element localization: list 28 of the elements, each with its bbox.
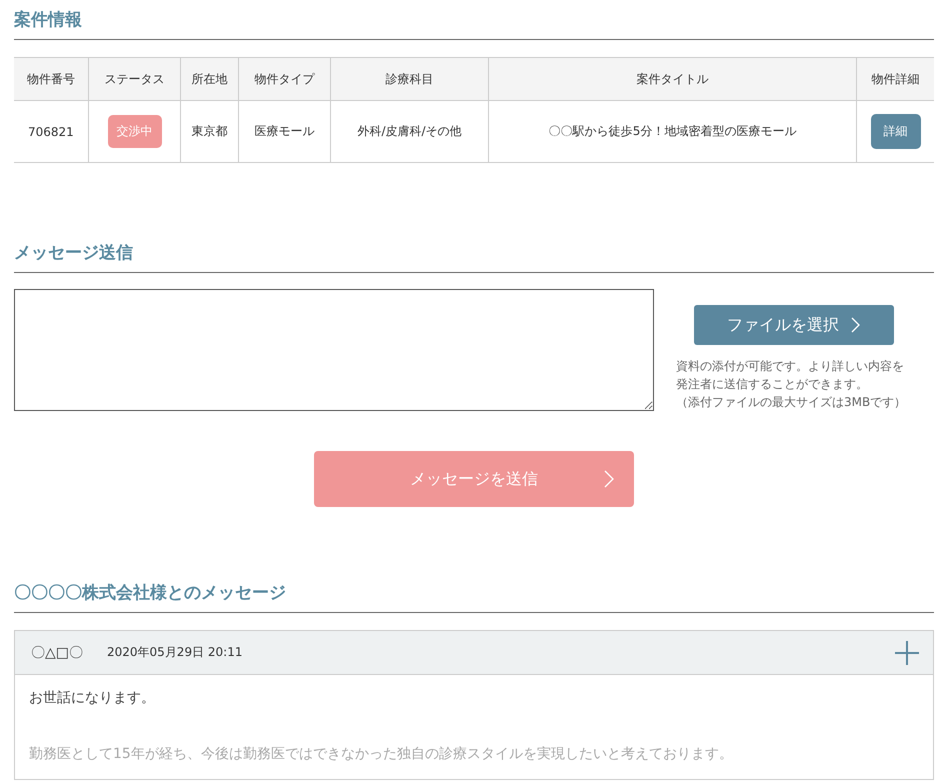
message-text: お世話になります。 bbox=[29, 689, 156, 707]
file-select-button[interactable]: ファイルを選択 bbox=[694, 305, 894, 345]
table-cell: 〇〇駅から徒歩5分！地域密着型の医療モール bbox=[488, 100, 857, 162]
table-cell: 外科/皮膚科/その他 bbox=[330, 100, 488, 162]
detail-button[interactable]: 詳細 bbox=[870, 114, 921, 149]
column-header: 診療科目 bbox=[330, 58, 488, 100]
expand-icon[interactable] bbox=[895, 640, 919, 664]
section-title: メッセージ送信 bbox=[14, 163, 934, 273]
column-header: 物件番号 bbox=[14, 58, 88, 100]
table-cell: 706821 bbox=[14, 100, 88, 162]
column-header: 物件タイプ bbox=[238, 58, 331, 100]
message-field[interactable] bbox=[14, 289, 654, 411]
file-note: 資料の添付が可能です。より詳しい内容を 発注者に送信することができます。 （添付ファイルの最大サイズは3MBです） bbox=[676, 358, 906, 411]
section-title: 案件情報 bbox=[14, 0, 934, 40]
chevron-right-icon bbox=[851, 317, 861, 333]
message-text: 勤務医として15年が経ち、今後は勤務医ではできなかった独自の診療スタイルを実現したいと考えております。 bbox=[29, 745, 734, 763]
column-header: ステータス bbox=[88, 58, 181, 100]
section-title: 〇〇〇〇株式会社様とのメッセージ bbox=[14, 581, 934, 613]
table-cell: 医療モール bbox=[238, 100, 331, 162]
column-header: 所在地 bbox=[180, 58, 238, 100]
message-date: 2020年05月29日 20:11 bbox=[107, 644, 242, 661]
status-badge: 交渉中 bbox=[108, 115, 162, 148]
table-cell: 東京都 bbox=[180, 100, 238, 162]
send-message-button[interactable]: メッセージを送信 bbox=[314, 451, 634, 507]
sender-name: 〇△□〇 bbox=[31, 644, 83, 662]
column-header: 物件詳細 bbox=[856, 58, 934, 100]
column-header: 案件タイトル bbox=[488, 58, 857, 100]
chevron-right-icon bbox=[604, 470, 614, 488]
